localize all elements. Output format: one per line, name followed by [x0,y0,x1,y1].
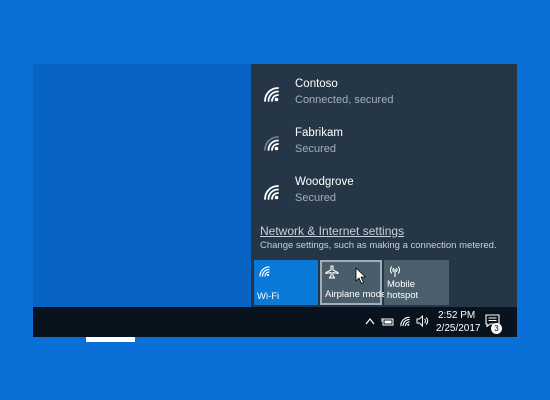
network-name: Fabrikam [295,127,343,139]
clock-time[interactable]: 2:52 PM [438,310,475,321]
notification-count-badge: 3 [491,323,502,334]
tile-label: Wi-Fi [257,291,280,302]
clock-date[interactable]: 2/25/2017 [436,323,481,334]
mouse-pointer-icon [355,267,366,284]
network-status: Secured [295,192,336,204]
network-name: Woodgrove [295,176,354,188]
tile-label-line1: Mobile [387,279,415,290]
airplane-mode-tile[interactable]: Airplane mode [320,260,386,305]
airplane-icon [325,265,339,279]
wifi-icon [259,266,270,277]
network-status: Secured [295,143,336,155]
volume-icon[interactable] [416,315,429,327]
network-settings-description: Change settings, such as making a connec… [260,240,497,251]
tile-label: Airplane mode [325,289,387,300]
network-flyout: Contoso Connected, secured Fabrikam Secu… [251,64,517,307]
power-battery-icon[interactable] [380,316,394,327]
wifi-icon [264,136,279,151]
network-item-woodgrove[interactable]: Woodgrove Secured [259,176,509,220]
network-item-fabrikam[interactable]: Fabrikam Secured [259,127,509,171]
network-settings-link[interactable]: Network & Internet settings [260,224,404,238]
network-item-contoso[interactable]: Contoso Connected, secured [259,78,509,122]
network-wifi-icon[interactable] [399,315,412,327]
wifi-toggle-tile[interactable]: Wi-Fi [254,260,318,305]
show-hidden-icons-chevron-icon[interactable] [365,317,375,325]
taskbar: 2:52 PM 2/25/2017 3 [33,307,517,337]
mobile-hotspot-tile[interactable]: Mobile hotspot [384,260,449,305]
wifi-icon [264,185,279,200]
network-name: Contoso [295,78,338,90]
background-window-peek [86,337,135,342]
hotspot-icon [389,266,401,277]
wifi-icon [264,87,279,102]
network-status: Connected, secured [295,94,394,106]
tile-label-line2: hotspot [387,290,419,301]
tile-label: Mobile hotspot [387,279,418,301]
